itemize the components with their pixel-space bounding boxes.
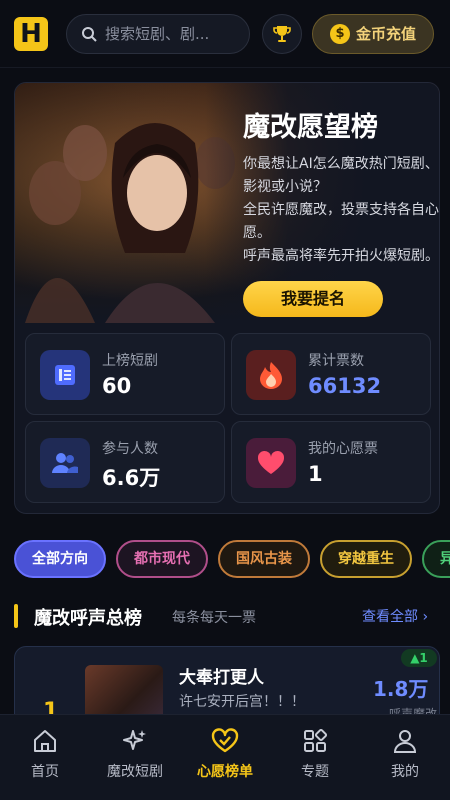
filter-chip-more[interactable]: 异 [422,540,450,578]
top-bar: H 搜索短剧、剧... $ 金币充值 [0,0,450,68]
flame-icon [246,350,296,400]
stat-card-total-votes: 累计票数 66132 [231,333,431,415]
stat-value: 1 [308,462,323,486]
hero-description-line: 影视或小说？ [243,179,327,195]
hero-title: 魔改愿望榜 [243,112,378,143]
stat-card-my-wish-votes: 我的心愿票 1 [231,421,431,503]
view-all-link[interactable]: 查看全部 › [362,606,428,626]
nominate-button[interactable]: 我要提名 [243,281,383,317]
list-icon [40,350,90,400]
sparkle-icon [123,730,146,750]
drama-title: 大奉打更人 [179,668,264,688]
bottom-navigation: 首页 魔改短剧 心愿榜单 专题 我的 [0,714,450,800]
nav-label: 魔改短剧 [107,764,163,780]
trophy-button[interactable] [262,13,302,54]
stat-label: 上榜短剧 [102,353,158,369]
nav-item-wish-list[interactable]: 心愿榜单 [180,715,270,800]
filter-chip-ancient[interactable]: 国风古装 [218,540,310,578]
nav-label: 首页 [31,764,59,780]
section-accent-bar [14,604,18,628]
stat-card-participants: 参与人数 6.6万 [25,421,225,503]
nav-item-profile[interactable]: 我的 [360,715,450,800]
recharge-label: 金币充值 [355,25,416,43]
nav-label: 心愿榜单 [197,764,253,780]
trophy-icon [273,25,291,42]
search-input[interactable]: 搜索短剧、剧... [66,13,250,54]
hero-description: 你最想让AI怎么魔改热门短剧、 影视或小说？ 全民许愿魔改，投票支持各自心 愿。… [243,153,439,268]
grid-icon [304,728,328,752]
stat-value: 6.6万 [102,466,161,490]
heart-icon [246,438,296,488]
hero-description-line: 呼声最高将率先开拍火爆短剧。 [243,248,439,264]
wish-ranking-hero: 魔改愿望榜 你最想让AI怎么魔改热门短剧、 影视或小说？ 全民许愿魔改，投票支持… [14,82,440,514]
nav-item-home[interactable]: 首页 [0,715,90,800]
filter-chip-rebirth[interactable]: 穿越重生 [320,540,412,578]
stat-label: 累计票数 [308,353,364,369]
vote-count: 1.8万 [373,677,429,701]
home-icon [34,730,56,752]
nav-label: 我的 [391,764,419,780]
stat-label: 我的心愿票 [308,441,378,457]
hero-description-line: 你最想让AI怎么魔改热门短剧、 [243,156,439,172]
nav-item-topics[interactable]: 专题 [270,715,360,800]
stat-label: 参与人数 [102,441,158,457]
user-icon [393,730,417,753]
hero-description-line: 愿。 [243,225,271,241]
stat-value: 66132 [308,374,382,398]
stat-value: 60 [102,374,132,398]
search-placeholder: 搜索短剧、剧... [105,25,210,43]
nav-label: 专题 [301,764,329,780]
filter-chip-urban[interactable]: 都市现代 [116,540,208,578]
search-icon [82,26,97,42]
section-title: 魔改呼声总榜 [34,608,142,629]
filter-chip-all[interactable]: 全部方向 [14,540,106,578]
coin-icon: $ [329,23,350,44]
recharge-button[interactable]: $ 金币充值 [312,13,434,54]
app-logo[interactable]: H [14,16,48,51]
rank-change-badge: ▲1 [401,649,437,667]
category-filter-bar: 全部方向 都市现代 国风古装 穿越重生 异 [14,540,450,578]
hero-description-line: 全民许愿魔改，投票支持各自心 [243,202,439,218]
drama-description: 许七安开后宫！！！ [179,694,305,710]
nav-item-magic-dramas[interactable]: 魔改短剧 [90,715,180,800]
section-subtitle: 每条每天一票 [172,610,256,626]
heart-check-icon [211,728,239,753]
stat-card-listed-dramas: 上榜短剧 60 [25,333,225,415]
users-icon [40,438,90,488]
